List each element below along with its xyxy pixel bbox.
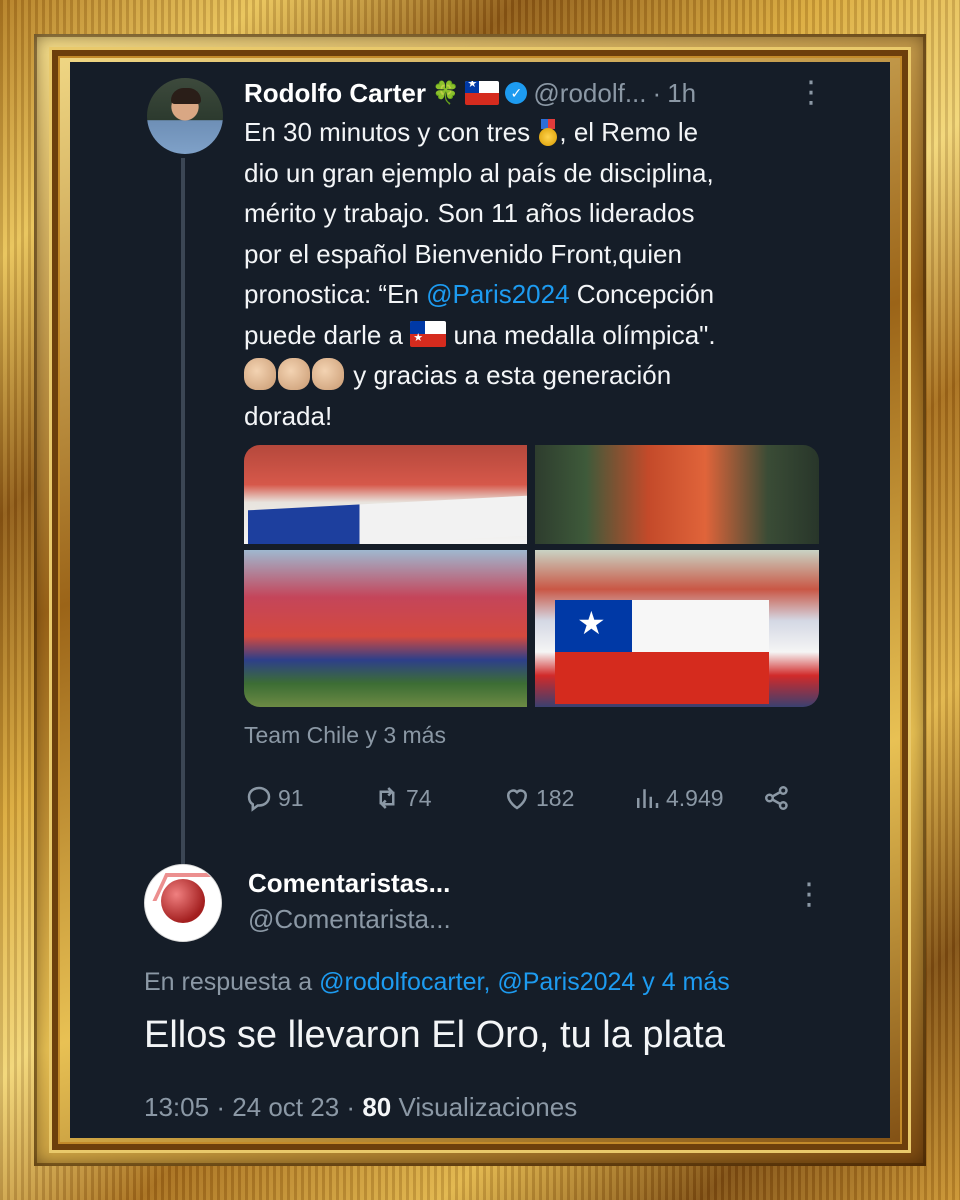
tweet-line-1: En 30 minutos y con tres , el Remo le [244,117,699,147]
more-options-icon[interactable]: ⋮ [794,880,824,910]
verified-badge-icon: ✓ [505,82,528,104]
mention-paris2024[interactable]: @Paris2024 [426,279,569,309]
tweet-line-3: mérito y trabajo. Son 11 años liderados [244,198,695,228]
in-reply-mentions[interactable]: @rodolfocarter, @Paris2024 y 4 más [319,968,730,996]
photo-rowers-flag-top-left[interactable] [244,445,527,544]
reply-author-name[interactable]: Comentaristas... [248,868,450,899]
tweet-line-7: y gracias a esta generación [244,355,844,396]
tweet-text: En 30 minutos y con tres , el Remo le di… [244,112,844,436]
chile-flag-icon [465,81,500,105]
clover-emoji: 🍀 [432,80,460,105]
views-icon [637,789,659,808]
photo-coach-flag-top-right[interactable] [535,445,819,544]
reply-time[interactable]: 13:05 [144,1092,209,1122]
tweet-header: Rodolfo Carter 🍀 ✓ @rodolf... · 1h [244,76,884,110]
action-bar: 91 74 182 4.949 [244,780,804,816]
author-name[interactable]: Rodolfo Carter [244,78,426,109]
tweet-time[interactable]: 1h [667,78,696,109]
avatar-comentaristas[interactable] [144,864,222,942]
tweet-line-8: dorada! [244,400,333,431]
thread-line [181,158,185,896]
author-handle[interactable]: @rodolf... [533,78,646,109]
tweet-line-5: pronostica: “En @Paris2024 Concepción [244,279,715,309]
media-tag-caption[interactable]: Team Chile y 3 más [244,722,446,749]
share-icon [765,786,788,810]
photo-rowers-chile-flag-bottom-right[interactable] [535,550,819,707]
like-button[interactable]: 182 [502,780,574,816]
retweet-button[interactable]: 74 [372,780,432,816]
views-button[interactable]: 4.949 [632,780,724,816]
reply-button[interactable]: 91 [244,780,304,816]
clapping-hands-icon [244,358,276,390]
photo-rowers-bottom-left[interactable] [244,550,527,707]
share-button[interactable] [762,780,792,816]
more-options-icon[interactable]: ⋮ [796,78,826,108]
tweet-line-4: por el español Bienvenido Front,quien [244,238,682,269]
media-grid [244,445,819,707]
heart-icon [506,789,528,810]
tweet-line-6: puede darle a una medalla olímpica". [244,315,844,356]
reply-author-handle[interactable]: @Comentarista... [248,904,451,935]
tweet-line-2: dio un gran ejemplo al país de disciplin… [244,157,714,188]
reply-count: 91 [278,784,304,811]
reply-views-label: Visualizaciones [398,1092,578,1122]
reply-text: Ellos se llevaron El Oro, tu la plata [144,1014,725,1056]
reply-meta: 13:05 · 24 oct 23 · 80 Visualizaciones [144,1092,578,1122]
clapping-hands-icon [312,358,344,390]
avatar-rodolfo-carter[interactable] [147,78,223,154]
views-count: 4.949 [666,784,724,811]
reply-views-count: 80 [362,1092,392,1122]
in-reply-prefix: En respuesta a [144,968,313,996]
tweet-screenshot: Rodolfo Carter 🍀 ✓ @rodolf... · 1h ⋮ En … [70,62,890,1138]
in-reply-to: En respuesta a @rodolfocarter, @Paris202… [144,968,844,997]
reply-icon [247,786,271,812]
retweet-icon [379,787,395,809]
reply-date[interactable]: 24 oct 23 [232,1092,339,1122]
clapping-hands-icon [278,358,310,390]
retweet-count: 74 [406,784,432,811]
gold-medal-icon [537,119,559,146]
like-count: 182 [536,784,575,811]
separator-dot: · [652,77,662,108]
chile-flag-icon [410,320,447,347]
